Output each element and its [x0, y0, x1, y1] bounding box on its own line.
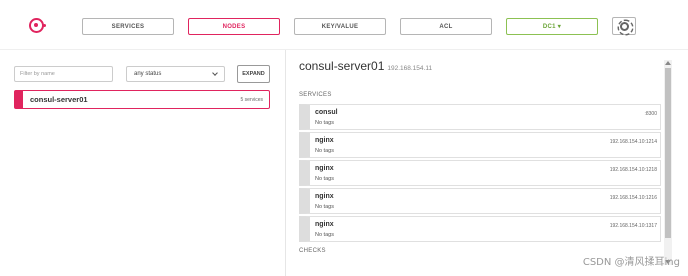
- service-name: consul: [315, 109, 338, 116]
- expand-button[interactable]: EXPAND: [237, 65, 270, 83]
- service-row[interactable]: consul No tags :8300: [299, 104, 661, 130]
- status-filter-value: any status: [134, 71, 162, 77]
- service-address: 192.168.154.10:1216: [609, 195, 657, 201]
- scroll-up-arrow-icon[interactable]: [665, 61, 671, 65]
- top-navigation: SERVICES NODES KEY/VALUE ACL DC1 ▾: [0, 0, 688, 50]
- filter-by-name-input[interactable]: Filter by name: [14, 66, 113, 82]
- service-name: nginx: [315, 193, 334, 200]
- gear-icon: [619, 21, 629, 31]
- service-address: :8300: [644, 111, 657, 117]
- node-name: consul-server01: [30, 95, 88, 104]
- service-name: nginx: [315, 165, 334, 172]
- service-tags: No tags: [315, 120, 334, 126]
- chevron-down-icon: [212, 70, 218, 76]
- consul-logo-icon[interactable]: [29, 18, 46, 33]
- service-address: 192.168.154.10:1214: [609, 139, 657, 145]
- service-tags: No tags: [315, 232, 334, 238]
- panel-divider: [285, 50, 286, 276]
- service-address: 192.168.154.10:1218: [609, 167, 657, 173]
- service-row[interactable]: nginx No tags 192.168.154.10:1216: [299, 188, 661, 214]
- service-row[interactable]: nginx No tags 192.168.154.10:1317: [299, 216, 661, 242]
- service-tags: No tags: [315, 204, 334, 210]
- node-detail-ip: 192.168.154.11: [387, 65, 433, 72]
- nav-key-value-button[interactable]: KEY/VALUE: [294, 18, 386, 35]
- scrollbar-thumb[interactable]: [665, 68, 671, 238]
- service-tags: No tags: [315, 176, 334, 182]
- checks-section-label: CHECKS: [299, 248, 326, 254]
- service-row[interactable]: nginx No tags 192.168.154.10:1214: [299, 132, 661, 158]
- services-section-label: SERVICES: [299, 92, 332, 98]
- nav-nodes-button[interactable]: NODES: [188, 18, 280, 35]
- service-name: nginx: [315, 137, 334, 144]
- service-row[interactable]: nginx No tags 192.168.154.10:1218: [299, 160, 661, 186]
- node-list-item[interactable]: consul-server01 5 services: [14, 90, 270, 109]
- service-tags: No tags: [315, 148, 334, 154]
- service-address: 192.168.154.10:1317: [609, 223, 657, 229]
- node-service-count: 5 services: [240, 96, 263, 103]
- nav-acl-button[interactable]: ACL: [400, 18, 492, 35]
- node-detail-name: consul-server01: [299, 59, 385, 73]
- settings-button[interactable]: [612, 17, 636, 35]
- service-list: consul No tags :8300 nginx No tags 192.1…: [299, 104, 661, 244]
- nav-services-button[interactable]: SERVICES: [82, 18, 174, 35]
- vertical-scrollbar[interactable]: [664, 60, 672, 265]
- watermark: CSDN @清风揉耳ing: [582, 257, 680, 268]
- status-filter-select[interactable]: any status: [126, 66, 225, 82]
- service-name: nginx: [315, 221, 334, 228]
- node-detail-title: consul-server01 192.168.154.11: [299, 59, 432, 73]
- datacenter-dropdown[interactable]: DC1 ▾: [506, 18, 598, 35]
